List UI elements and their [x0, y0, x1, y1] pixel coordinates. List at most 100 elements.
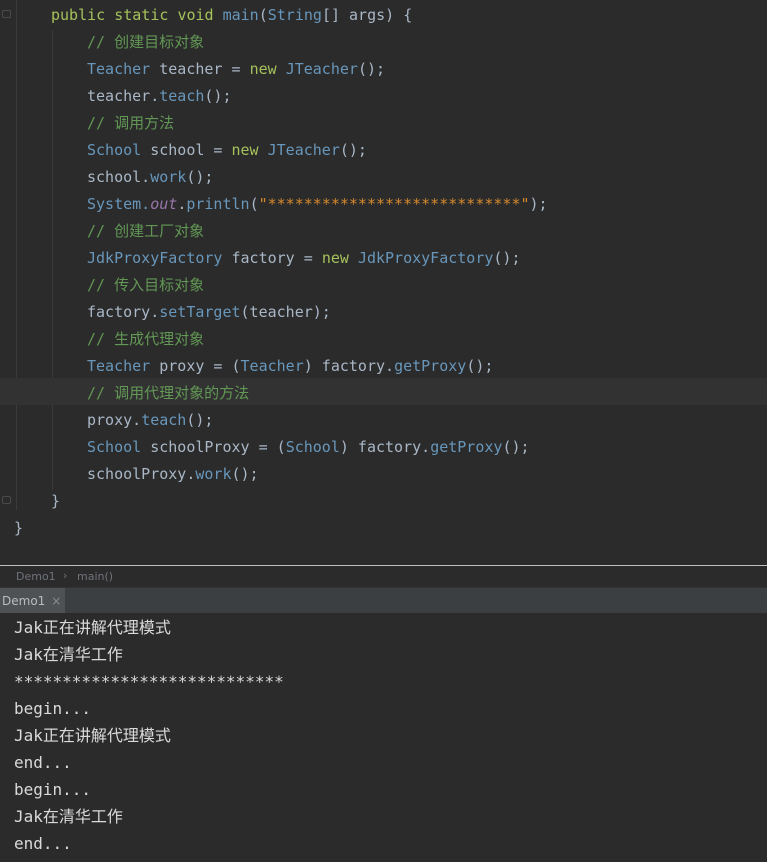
code-token: teach: [159, 87, 205, 105]
code-token: String: [267, 6, 322, 24]
code-token: static: [114, 6, 178, 24]
code-token: work: [195, 465, 232, 483]
code-token: school =: [141, 141, 232, 159]
breadcrumb-item-class[interactable]: Demo1: [16, 570, 56, 583]
code-token: // 传入目标对象: [87, 276, 205, 294]
code-line: // 传入目标对象: [87, 272, 204, 299]
console-line: end...: [14, 834, 72, 853]
console-output[interactable]: Jak正在讲解代理模式 Jak在清华工作 *********************…: [0, 613, 767, 862]
code-line: School school = new JTeacher();: [87, 137, 367, 164]
code-token: ) factory.: [303, 357, 395, 375]
code-line: Teacher teacher = new JTeacher();: [87, 56, 385, 83]
code-token: JTeacher: [267, 141, 340, 159]
console-line: ****************************: [14, 672, 284, 691]
console-line: begin...: [14, 699, 92, 718]
code-token: // 创建目标对象: [87, 33, 205, 51]
console-line: end...: [14, 753, 72, 772]
code-token: getProxy: [394, 357, 467, 375]
code-token: [] args) {: [321, 6, 413, 24]
code-token: new: [249, 60, 286, 78]
code-token: // 调用代理对象的方法: [87, 384, 250, 402]
code-token: teacher.: [87, 87, 160, 105]
code-line: // 调用方法: [87, 110, 174, 137]
code-token: ();: [502, 438, 530, 456]
indent-guide: [52, 30, 53, 490]
breadcrumb-separator-icon: ›: [63, 569, 68, 582]
code-line: school.work();: [87, 164, 213, 191]
code-line: // 创建工厂对象: [87, 218, 204, 245]
code-token: ();: [357, 60, 386, 78]
code-token: proxy = (: [150, 357, 241, 375]
code-token: school.: [87, 168, 151, 186]
code-token: JdkProxyFactory: [357, 249, 494, 267]
code-line: // 创建目标对象: [87, 29, 204, 56]
code-line: public static void main(String[] args) {: [51, 2, 412, 29]
console-line: Jak在清华工作: [14, 645, 123, 664]
code-token: .: [177, 195, 187, 213]
code-token: ();: [231, 465, 259, 483]
indent-guide: [16, 0, 17, 510]
console-line: begin...: [14, 780, 92, 799]
code-line: proxy.teach();: [87, 407, 213, 434]
code-token: // 调用方法: [87, 114, 175, 132]
code-token: // 创建工厂对象: [87, 222, 205, 240]
code-token: (: [258, 6, 268, 24]
code-token: School: [87, 438, 142, 456]
console-line: Jak在清华工作: [14, 807, 123, 826]
code-token: Teacher: [87, 357, 151, 375]
code-token: schoolProxy.: [87, 465, 196, 483]
code-line: Teacher proxy = (Teacher) factory.getPro…: [87, 353, 493, 380]
code-line: JdkProxyFactory factory = new JdkProxyFa…: [87, 245, 521, 272]
code-token: ();: [186, 411, 214, 429]
code-token: ) factory.: [339, 438, 431, 456]
code-token: work: [150, 168, 187, 186]
code-token: factory.: [87, 303, 160, 321]
code-line: teacher.teach();: [87, 83, 232, 110]
console-line: Jak正在讲解代理模式: [14, 618, 171, 637]
code-line: // 生成代理对象: [87, 326, 204, 353]
code-line: // 调用代理对象的方法: [87, 380, 249, 407]
code-token: System.: [87, 195, 151, 213]
code-line: School schoolProxy = (School) factory.ge…: [87, 434, 530, 461]
code-token: JTeacher: [285, 60, 358, 78]
code-token: new: [321, 249, 358, 267]
breadcrumb-item-method[interactable]: main(): [77, 570, 113, 583]
code-token: ();: [204, 87, 232, 105]
fold-marker-icon[interactable]: [0, 8, 12, 18]
fold-marker-icon[interactable]: [0, 494, 12, 504]
code-token: schoolProxy = (: [141, 438, 286, 456]
code-line: schoolProxy.work();: [87, 461, 259, 488]
code-token: proxy.: [87, 411, 142, 429]
code-token: new: [231, 141, 268, 159]
code-token: School: [285, 438, 340, 456]
tab-label: Demo1: [2, 593, 46, 608]
code-token: Teacher: [240, 357, 304, 375]
code-line: }: [51, 488, 60, 515]
code-token: out: [150, 195, 178, 213]
code-token: }: [14, 519, 24, 537]
code-token: getProxy: [430, 438, 503, 456]
code-token: main: [222, 6, 259, 24]
code-token: (teacher);: [240, 303, 331, 321]
code-token: void: [177, 6, 223, 24]
code-token: JdkProxyFactory: [87, 249, 223, 267]
code-token: println: [186, 195, 250, 213]
code-token: teacher =: [150, 60, 250, 78]
close-icon[interactable]: ×: [51, 594, 61, 608]
code-editor[interactable]: public static void main(String[] args) {…: [0, 0, 767, 565]
code-line: System.out.println("********************…: [87, 191, 548, 218]
code-token: );: [529, 195, 548, 213]
code-token: }: [51, 492, 61, 510]
code-token: School: [87, 141, 142, 159]
code-token: ();: [466, 357, 494, 375]
code-token: teach: [141, 411, 187, 429]
code-token: Teacher: [87, 60, 151, 78]
breadcrumb: Demo1 › main(): [0, 565, 767, 587]
code-token: (: [249, 195, 259, 213]
code-token: ();: [186, 168, 214, 186]
code-line: factory.setTarget(teacher);: [87, 299, 331, 326]
code-token: // 生成代理对象: [87, 330, 205, 348]
tab-run-demo1[interactable]: Demo1 ×: [0, 588, 66, 613]
run-tab-bar: Demo1 ×: [0, 587, 767, 613]
code-token: "****************************": [258, 195, 530, 213]
